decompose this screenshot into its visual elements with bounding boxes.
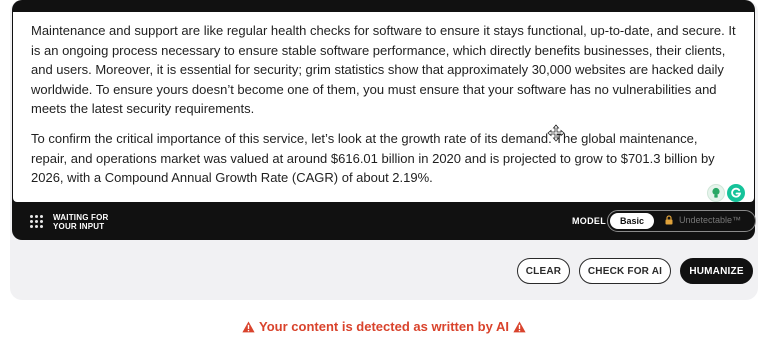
editor-paragraph-1: Maintenance and support are like regular…	[31, 23, 736, 117]
model-label: MODEL	[572, 216, 606, 226]
model-option-undetectable[interactable]: Undetectable™	[665, 215, 741, 225]
text-editor[interactable]: Maintenance and support are like regular…	[13, 12, 754, 202]
model-option-basic[interactable]: Basic	[610, 213, 654, 229]
editor-paragraph-2: To confirm the critical importance of th…	[31, 131, 715, 186]
ai-detected-alert: Your content is detected as written by A…	[0, 319, 768, 334]
status-line-2: YOUR INPUT	[53, 222, 105, 231]
status-bar: WAITING FOR YOUR INPUT MODEL Basic Undet…	[12, 204, 756, 240]
lock-icon	[665, 215, 673, 225]
warning-icon	[513, 321, 526, 332]
model-toggle[interactable]: Basic Undetectable™	[607, 210, 756, 232]
alert-message: Your content is detected as written by A…	[259, 319, 509, 334]
status-line-1: WAITING FOR	[53, 213, 109, 222]
move-cursor-icon	[547, 124, 565, 142]
dots-grid-icon	[30, 215, 44, 229]
lightbulb-icon[interactable]	[707, 184, 725, 202]
grammarly-widget[interactable]	[707, 184, 745, 204]
status-message: WAITING FOR YOUR INPUT	[53, 213, 133, 231]
humanize-button[interactable]: HUMANIZE	[680, 258, 753, 284]
grammarly-icon[interactable]	[727, 184, 745, 202]
check-for-ai-button[interactable]: CHECK FOR AI	[579, 258, 671, 284]
undetectable-label: Undetectable™	[679, 215, 742, 225]
clear-button[interactable]: CLEAR	[517, 258, 570, 284]
warning-icon	[242, 321, 255, 332]
